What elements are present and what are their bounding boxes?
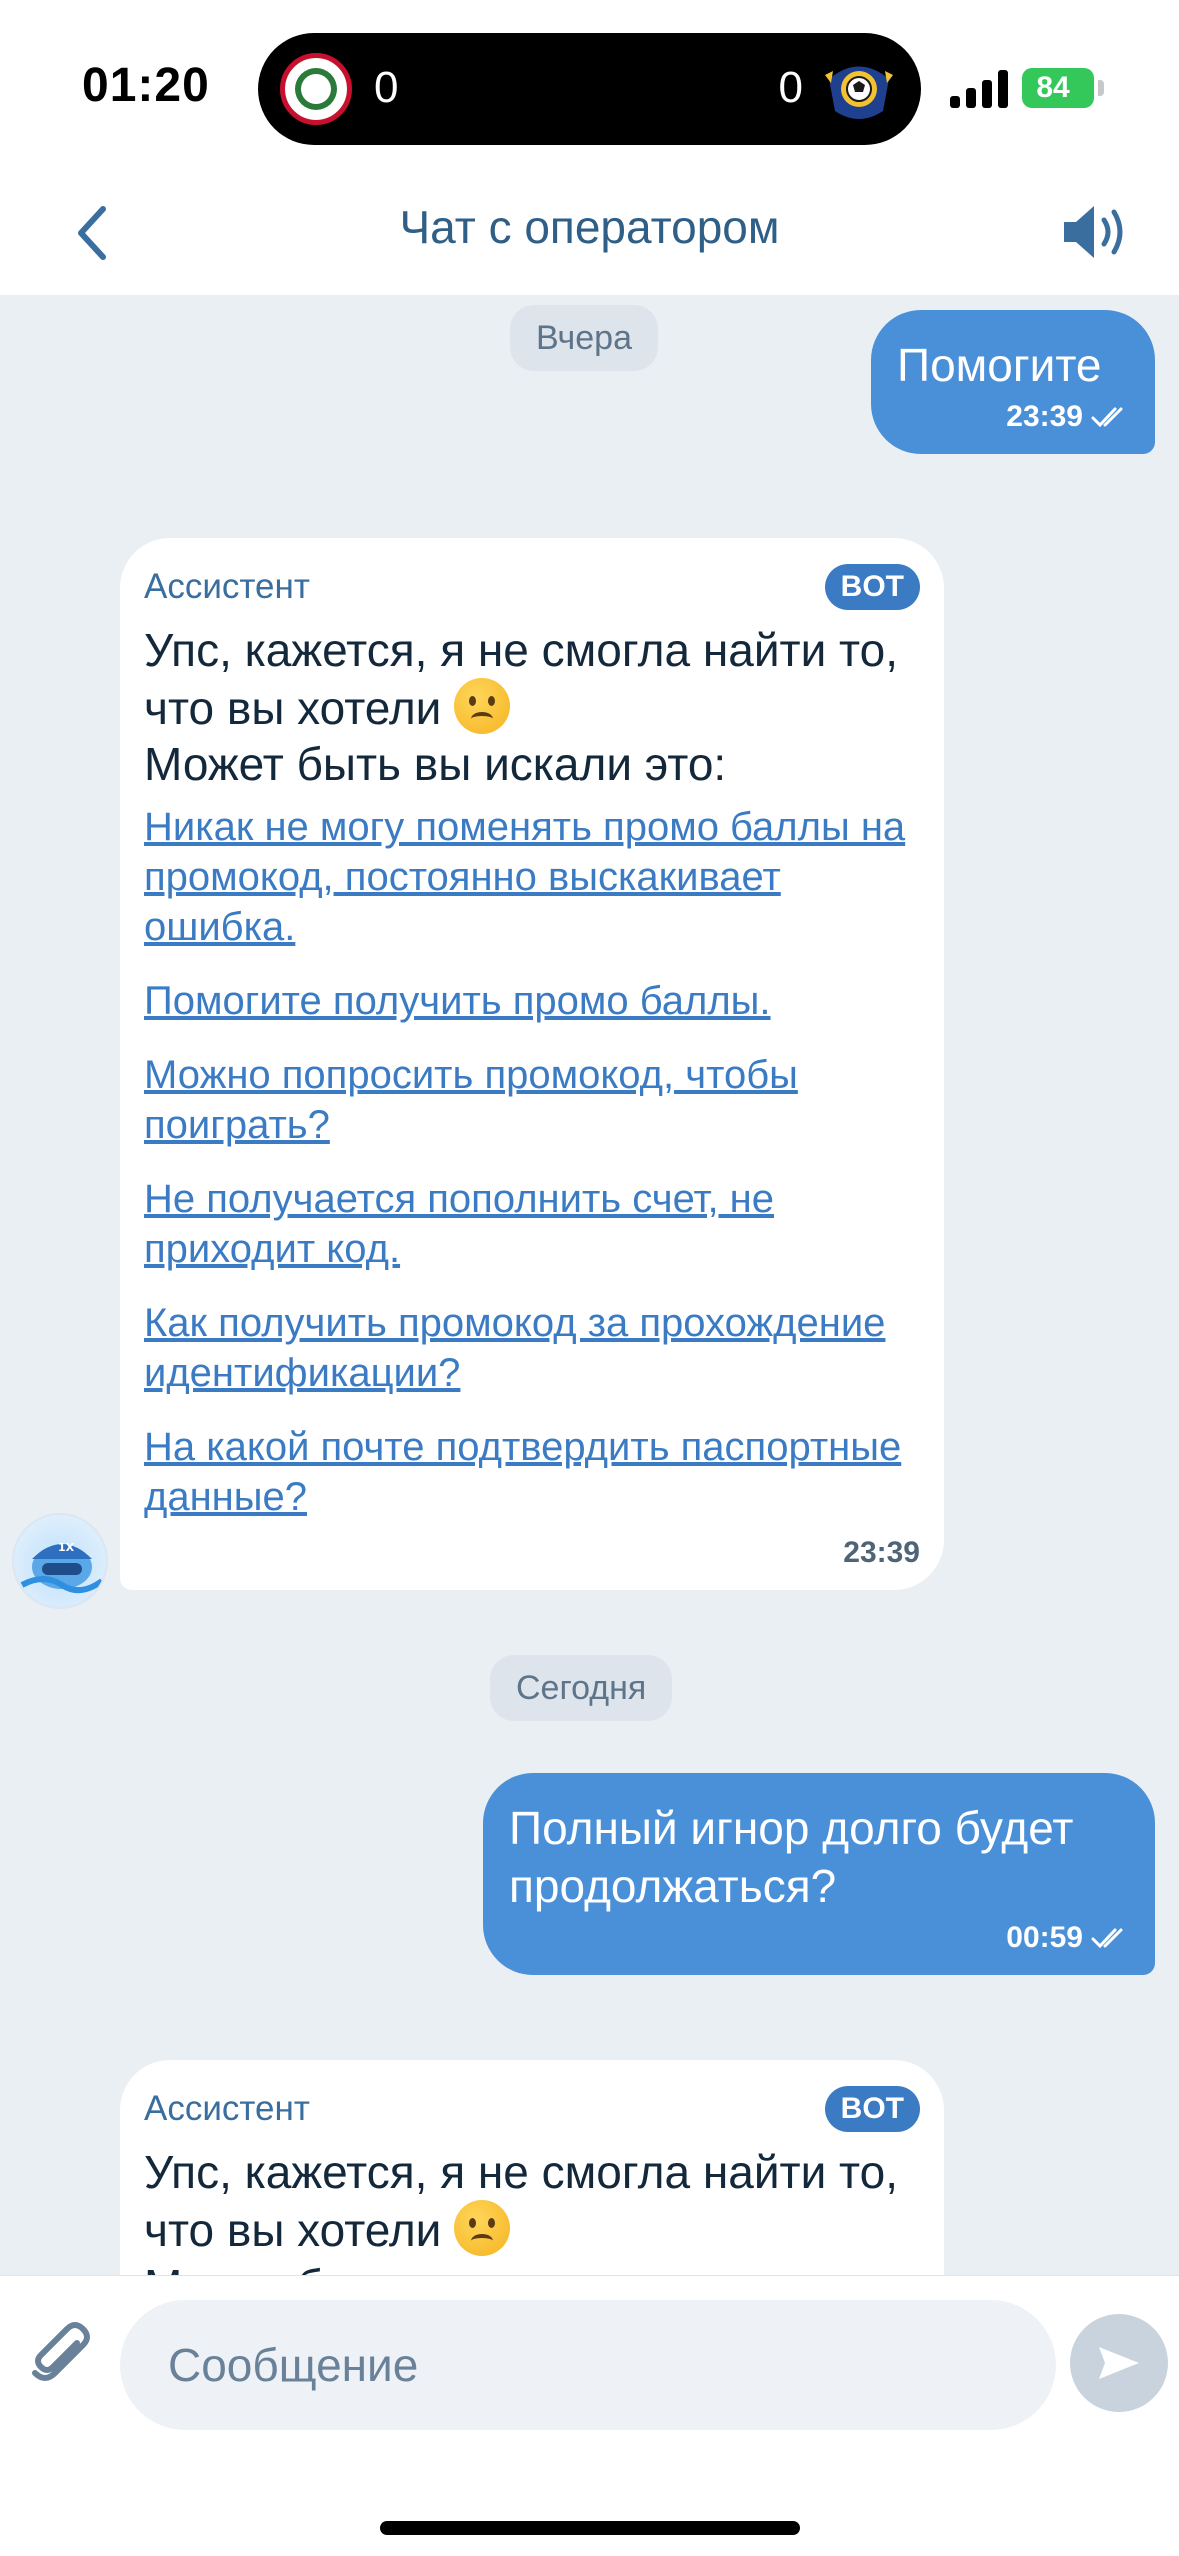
sound-toggle-button[interactable] [1050,192,1140,272]
outgoing-message[interactable]: Помогите 23:39 [871,310,1155,454]
svg-text:1X: 1X [58,1541,75,1554]
battery-level: 84 [1036,71,1070,104]
message-text: Упс, кажется, я не смогла найти то, что … [144,622,920,792]
home-team-logo-icon [280,53,352,125]
sender-name: Ассистент [144,567,310,606]
bot-avatar: 1X [12,1513,108,1609]
date-separator-yesterday: Вчера [510,305,658,371]
battery-indicator: 84 [1022,68,1104,108]
sender-name: Ассистент [144,2089,310,2128]
date-separator-today: Сегодня [490,1655,673,1721]
away-team-score: 0 [778,63,803,112]
cellular-signal-icon [950,68,1010,108]
double-check-icon [1091,407,1123,428]
sad-face-emoji-icon [454,678,511,734]
home-team-score: 0 [374,63,399,112]
message-text-line1: Упс, кажется, я не смогла найти то, что … [144,624,898,734]
paperclip-icon [32,2322,90,2381]
suggestion-link[interactable]: Можно попросить промокод, чтобы поиграть… [144,1050,920,1150]
message-text: Упс, кажется, я не смогла найти то, что … [144,2144,920,2275]
message-text: Помогите [897,339,1102,391]
suggestion-link[interactable]: Не получается пополнить счет, не приходи… [144,1174,920,1274]
send-arrow-icon [1099,2347,1139,2379]
suggestion-link[interactable]: Помогите получить промо баллы. [144,976,920,1026]
suggestion-link[interactable]: Как получить промокод за прохождение иде… [144,1298,920,1398]
message-text: Полный игнор долго будет продолжаться? [509,1802,1074,1912]
double-check-icon [1091,1928,1123,1949]
attach-button[interactable] [22,2318,98,2394]
suggestion-link[interactable]: На какой почте подтвердить паспортные да… [144,1422,920,1522]
chat-header: Чат с оператором [0,170,1179,295]
home-indicator[interactable] [380,2521,800,2535]
outgoing-message[interactable]: Полный игнор долго будет продолжаться? 0… [483,1773,1155,1975]
message-time: 00:59 [1006,1921,1083,1954]
message-composer [0,2275,1179,2556]
message-time: 23:39 [843,1536,920,1569]
message-text-line2: Может быть вы искали это: [144,738,727,790]
message-text-line1: Упс, кажется, я не смогла найти то, что … [144,2146,898,2256]
bot-badge: BOT [824,2086,920,2132]
incoming-message: Ассистент BOT Упс, кажется, я не смогла … [120,538,944,1590]
status-bar: 01:20 0 0 84 [0,0,1179,170]
suggestion-link[interactable]: Никак не могу поменять промо баллы на пр… [144,802,920,952]
bot-badge: BOT [824,564,920,610]
message-meta: 23:39 [897,400,1129,434]
incoming-message: Ассистент BOT Упс, кажется, я не смогла … [120,2060,944,2275]
page-title: Чат с оператором [399,201,780,253]
away-team-logo-icon [825,66,893,119]
sad-face-emoji-icon [454,2200,511,2256]
mascot-avatar-icon: 1X [20,1541,104,1594]
suggestion-links: Никак не могу поменять промо баллы на пр… [144,802,920,1522]
message-text-line2: Может быть вы искали это: [144,2260,726,2275]
message-input[interactable] [120,2300,1056,2430]
chat-messages-area[interactable]: Вчера Помогите 23:39 Ассистент BOT Упс, … [0,295,1179,2275]
dynamic-island-live-score[interactable]: 0 0 [258,33,921,145]
status-time: 01:20 [82,59,210,112]
send-button[interactable] [1070,2314,1168,2412]
speaker-icon [1064,206,1123,258]
message-time: 23:39 [1006,400,1083,433]
message-meta: 00:59 [509,1921,1129,1955]
